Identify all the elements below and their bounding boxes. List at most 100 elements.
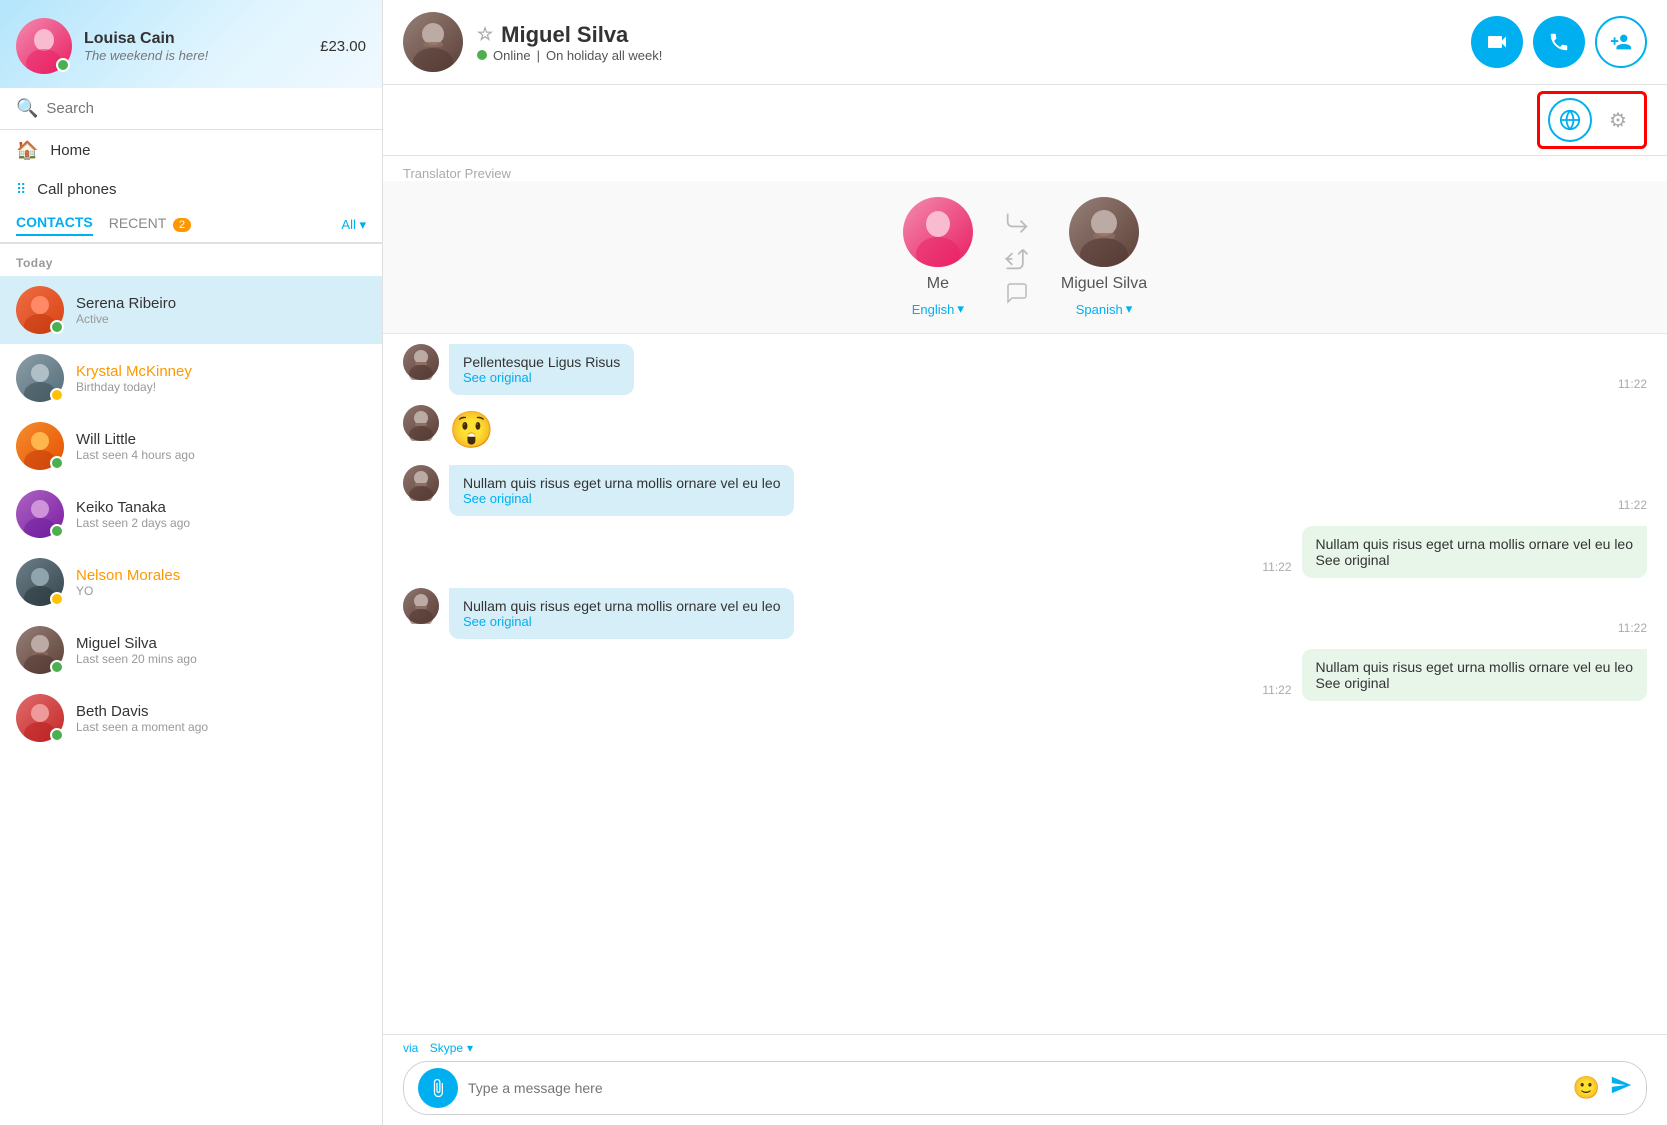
status-dot-nelson — [50, 592, 64, 606]
recent-badge: 2 — [173, 218, 191, 232]
message-2-emoji: 😲 — [403, 405, 1647, 455]
msg-bubble-5: Nullam quis risus eget urna mollis ornar… — [449, 588, 794, 639]
contact-name-keiko: Keiko Tanaka — [76, 499, 366, 516]
status-dot-beth — [50, 728, 64, 742]
msg-text-5: Nullam quis risus eget urna mollis ornar… — [463, 598, 780, 614]
translator-them-avatar — [1069, 197, 1139, 267]
msg-time-5: 11:22 — [1618, 621, 1647, 639]
contact-miguel[interactable]: Miguel Silva Last seen 20 mins ago — [0, 616, 382, 684]
status-dot-krystal — [50, 388, 64, 402]
them-language-select[interactable]: Spanish ▾ — [1076, 301, 1133, 317]
chat-user-info: ☆ Miguel Silva Online | On holiday all w… — [477, 22, 1457, 63]
status-dot-keiko — [50, 524, 64, 538]
see-original-4[interactable]: See original — [1316, 552, 1633, 568]
contact-list: Serena Ribeiro Active Krystal McKinney B… — [0, 276, 382, 1125]
contact-sub-serena: Active — [76, 312, 366, 326]
tab-contacts[interactable]: CONTACTS — [16, 214, 93, 236]
add-contact-button[interactable] — [1595, 16, 1647, 68]
contact-info-serena: Serena Ribeiro Active — [76, 295, 366, 326]
contact-serena[interactable]: Serena Ribeiro Active — [0, 276, 382, 344]
status-dot-will — [50, 456, 64, 470]
contact-info-miguel: Miguel Silva Last seen 20 mins ago — [76, 635, 366, 666]
me-language-select[interactable]: English ▾ — [912, 301, 964, 317]
translator-me-avatar — [903, 197, 973, 267]
home-icon: 🏠 — [16, 140, 38, 161]
message-5: Nullam quis risus eget urna mollis ornar… — [403, 588, 1647, 639]
chat-bottom: via Skype ▾ 🙂 — [383, 1034, 1667, 1125]
see-original-1[interactable]: See original — [463, 370, 620, 385]
see-original-6[interactable]: See original — [1316, 675, 1633, 691]
message-1: Pellentesque Ligus Risus See original 11… — [403, 344, 1647, 395]
all-filter[interactable]: All ▾ — [341, 217, 366, 233]
phone-call-button[interactable] — [1533, 16, 1585, 68]
msg-avatar-2 — [403, 405, 439, 441]
user-status-dot — [56, 58, 70, 72]
msg-text-1: Pellentesque Ligus Risus — [463, 354, 620, 370]
contact-beth[interactable]: Beth Davis Last seen a moment ago — [0, 684, 382, 752]
user-avatar-wrap — [16, 18, 72, 74]
translator-preview: Me English ▾ Miguel Silva Spanish ▾ — [383, 181, 1667, 334]
message-6: Nullam quis risus eget urna mollis ornar… — [403, 649, 1647, 701]
see-original-5[interactable]: See original — [463, 614, 780, 629]
settings-button[interactable]: ⚙ — [1600, 102, 1636, 138]
tab-recent[interactable]: RECENT 2 — [109, 215, 191, 235]
contact-krystal[interactable]: Krystal McKinney Birthday today! — [0, 344, 382, 412]
msg-time-1: 11:22 — [1618, 377, 1647, 395]
message-input[interactable] — [468, 1080, 1563, 1096]
msg-emoji-2: 😲 — [449, 405, 494, 455]
contact-info-will: Will Little Last seen 4 hours ago — [76, 431, 366, 462]
translator-me: Me English ▾ — [903, 197, 973, 317]
star-icon[interactable]: ☆ — [477, 24, 493, 45]
msg-avatar-5 — [403, 588, 439, 624]
video-call-button[interactable] — [1471, 16, 1523, 68]
nav-home-label: Home — [50, 142, 90, 159]
translator-preview-label: Translator Preview — [383, 156, 1667, 181]
msg-text-6: Nullam quis risus eget urna mollis ornar… — [1316, 659, 1633, 675]
messages-area: Pellentesque Ligus Risus See original 11… — [383, 334, 1667, 1034]
search-input[interactable] — [46, 100, 366, 117]
chat-header: ☆ Miguel Silva Online | On holiday all w… — [383, 0, 1667, 85]
msg-time-4: 11:22 — [1262, 560, 1291, 578]
msg-bubble-4: Nullam quis risus eget urna mollis ornar… — [1302, 526, 1647, 578]
translator-divider — [1003, 209, 1031, 305]
message-input-row: 🙂 — [403, 1061, 1647, 1115]
msg-avatar-3 — [403, 465, 439, 501]
send-button[interactable] — [1610, 1074, 1632, 1102]
chat-contact-avatar — [403, 12, 463, 72]
message-3: Nullam quis risus eget urna mollis ornar… — [403, 465, 1647, 516]
message-4: Nullam quis risus eget urna mollis ornar… — [403, 526, 1647, 578]
contact-info-nelson: Nelson Morales YO — [76, 567, 366, 598]
contact-name-miguel: Miguel Silva — [76, 635, 366, 652]
nav-home[interactable]: 🏠 Home — [0, 130, 382, 171]
msg-text-4: Nullam quis risus eget urna mollis ornar… — [1316, 536, 1633, 552]
contact-info-beth: Beth Davis Last seen a moment ago — [76, 703, 366, 734]
call-phones-icon: ⠿ — [16, 181, 25, 198]
see-original-3[interactable]: See original — [463, 491, 780, 506]
user-balance: £23.00 — [320, 38, 366, 55]
contact-nelson[interactable]: Nelson Morales YO — [0, 548, 382, 616]
msg-text-3: Nullam quis risus eget urna mollis ornar… — [463, 475, 780, 491]
chat-username: ☆ Miguel Silva — [477, 22, 1457, 48]
contact-name-nelson: Nelson Morales — [76, 567, 366, 584]
user-status: The weekend is here! — [84, 48, 308, 63]
chat-status: Online | On holiday all week! — [477, 48, 1457, 63]
sidebar-header: Louisa Cain The weekend is here! £23.00 — [0, 0, 382, 88]
contacts-section-label: Today — [0, 244, 382, 276]
contact-keiko[interactable]: Keiko Tanaka Last seen 2 days ago — [0, 480, 382, 548]
contact-sub-krystal: Birthday today! — [76, 380, 366, 394]
nav-call-phones[interactable]: ⠿ Call phones — [0, 171, 382, 208]
attach-button[interactable] — [418, 1068, 458, 1108]
translator-toolbar-highlighted: ⚙ — [1537, 91, 1647, 149]
status-dot-serena — [50, 320, 64, 334]
contact-name-krystal: Krystal McKinney — [76, 363, 366, 380]
emoji-button[interactable]: 🙂 — [1573, 1075, 1600, 1101]
contact-sub-beth: Last seen a moment ago — [76, 720, 366, 734]
msg-avatar-1 — [403, 344, 439, 380]
chevron-down-icon: ▾ — [467, 1041, 473, 1055]
search-icon: 🔍 — [16, 98, 38, 119]
search-bar[interactable]: 🔍 — [0, 88, 382, 130]
translator-globe-button[interactable] — [1548, 98, 1592, 142]
header-actions — [1471, 16, 1647, 68]
contact-will[interactable]: Will Little Last seen 4 hours ago — [0, 412, 382, 480]
contact-sub-keiko: Last seen 2 days ago — [76, 516, 366, 530]
